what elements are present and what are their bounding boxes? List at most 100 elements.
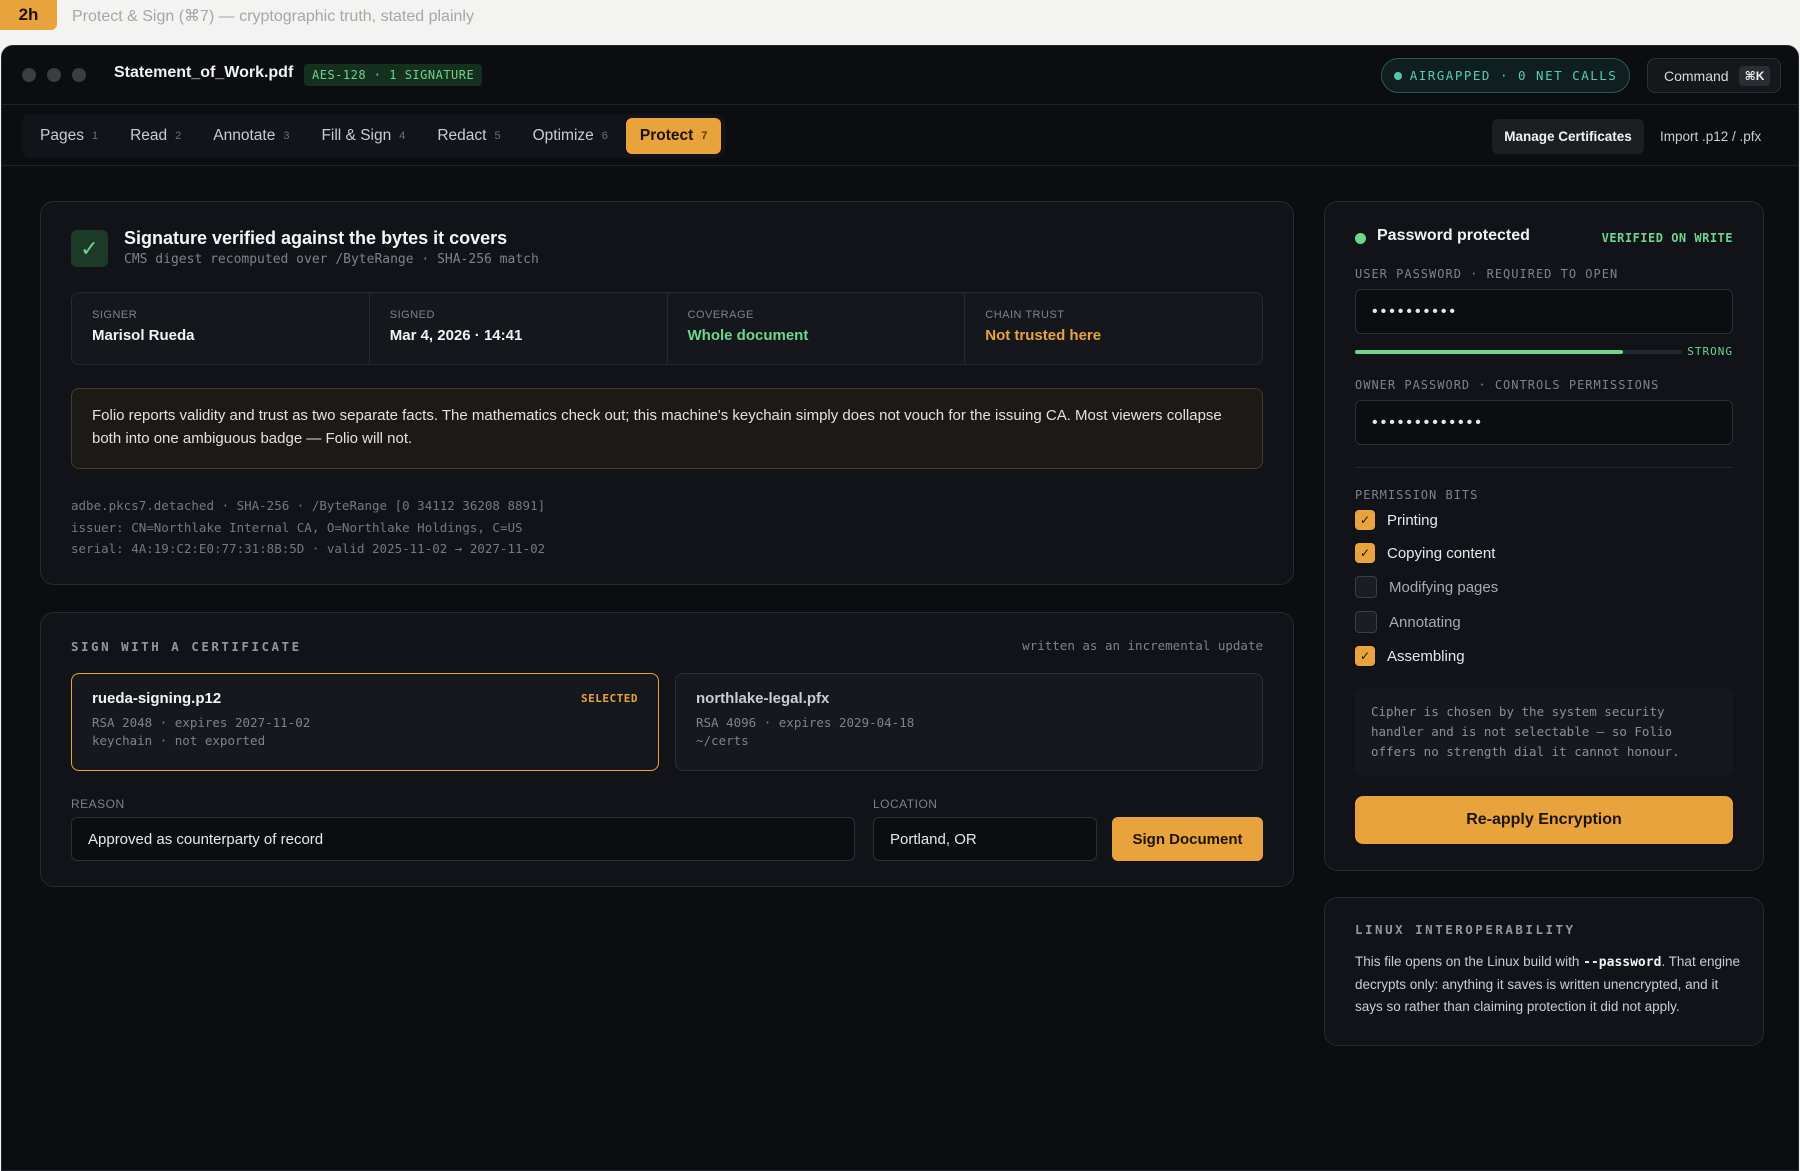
verification-subtitle: CMS digest recomputed over /ByteRange · … — [124, 252, 539, 267]
checkbox-checked-icon[interactable]: ✓ — [1355, 646, 1375, 666]
tab-label: Protect — [639, 127, 694, 144]
permission-label: Assembling — [1387, 647, 1465, 665]
fact-value: Whole document — [687, 327, 809, 344]
permission-printing[interactable]: ✓ Printing — [1355, 510, 1438, 530]
fact-chain-trust: CHAIN TRUST Not trusted here — [965, 293, 1262, 364]
app-window: Statement_of_Work.pdf AES-128 · 1 SIGNAT… — [1, 45, 1799, 1171]
verified-on-write-badge: VERIFIED ON WRITE — [1601, 231, 1733, 245]
tab-shortcut: 3 — [283, 130, 290, 142]
section-heading: SIGN WITH A CERTIFICATE — [71, 639, 302, 654]
divider — [1355, 467, 1733, 468]
strength-fill — [1355, 350, 1624, 354]
password-protection-card: Password protected VERIFIED ON WRITE USE… — [1324, 201, 1764, 871]
tab-pages[interactable]: Pages 1 — [26, 118, 112, 154]
document-title: Statement_of_Work.pdf — [114, 64, 294, 81]
checkbox-checked-icon[interactable]: ✓ — [1355, 543, 1375, 563]
caption-text: Protect & Sign (⌘7) — cryptographic trut… — [72, 8, 474, 25]
airgap-label: AIRGAPPED · 0 NET CALLS — [1409, 68, 1618, 83]
fact-label: CHAIN TRUST — [985, 309, 1065, 321]
fact-label: SIGNED — [389, 309, 435, 321]
location-label: LOCATION — [873, 797, 938, 811]
signature-metadata: adbe.pkcs7.detached · SHA-256 · /ByteRan… — [71, 495, 545, 560]
permission-assembling[interactable]: ✓ Assembling — [1355, 646, 1465, 666]
tab-shortcut: 1 — [91, 130, 99, 142]
selected-badge: SELECTED — [581, 692, 638, 705]
verification-title: Signature verified against the bytes it … — [124, 228, 508, 248]
mode-tabs-bar: Pages 1 Read 2 Annotate 3 Fill & Sign 4 Reda… — [2, 106, 1798, 166]
command-palette-button[interactable]: Command ⌘K — [1647, 58, 1781, 93]
command-shortcut: ⌘K — [1738, 65, 1771, 86]
permission-label: Modifying pages — [1389, 578, 1499, 596]
encryption-badge: AES-128 · 1 SIGNATURE — [304, 64, 483, 86]
caption-strip: 2h Protect & Sign (⌘7) — cryptographic t… — [0, 0, 1800, 44]
checkbox-unchecked-icon[interactable] — [1355, 576, 1377, 598]
certificate-option-rueda[interactable]: rueda-signing.p12 RSA 2048 · expires 202… — [71, 673, 659, 771]
section-heading: LINUX INTEROPERABILITY — [1355, 922, 1576, 937]
linux-interoperability-card: LINUX INTEROPERABILITY This file opens o… — [1324, 897, 1764, 1046]
fact-coverage: COVERAGE Whole document — [668, 293, 966, 364]
certificate-option-northlake[interactable]: northlake-legal.pfx RSA 4096 · expires 2… — [675, 673, 1263, 771]
import-certificate-button[interactable]: Import .p12 / .pfx — [1660, 119, 1761, 154]
minimize-window-button[interactable] — [47, 68, 61, 82]
fact-value: Mar 4, 2026 · 14:41 — [389, 327, 523, 344]
certificate-details: RSA 4096 · expires 2029-04-18 — [696, 715, 915, 730]
metadata-line: serial: 4A:19:C2:E0:77:31:8B:5D · valid … — [71, 541, 546, 556]
permission-annotating[interactable]: Annotating — [1355, 611, 1461, 633]
certificate-details: RSA 2048 · expires 2027-11-02 — [92, 715, 311, 730]
tab-label: Pages — [40, 127, 84, 144]
signature-verification-card: ✓ Signature verified against the bytes i… — [40, 201, 1294, 585]
trust-explanation-note: Folio reports validity and trust as two … — [71, 388, 1263, 469]
reason-label: REASON — [71, 797, 125, 811]
manage-certificates-button[interactable]: Manage Certificates — [1492, 119, 1644, 154]
signature-facts: SIGNER Marisol Rueda SIGNED Mar 4, 2026 … — [71, 292, 1263, 365]
location-input[interactable]: Portland, OR — [873, 817, 1097, 861]
protection-title: Password protected — [1377, 227, 1530, 244]
mode-tabs: Pages 1 Read 2 Annotate 3 Fill & Sign 4 Reda… — [22, 114, 726, 158]
tab-label: Annotate — [213, 127, 276, 144]
tab-fill-sign[interactable]: Fill & Sign 4 — [307, 118, 419, 154]
close-window-button[interactable] — [22, 68, 36, 82]
checkbox-unchecked-icon[interactable] — [1355, 611, 1377, 633]
certificate-name: northlake-legal.pfx — [696, 690, 830, 707]
caption-badge: 2h — [0, 0, 57, 30]
tab-protect[interactable]: Protect 7 — [625, 118, 722, 154]
tab-annotate[interactable]: Annotate 3 — [199, 118, 303, 154]
fact-value: Marisol Rueda — [92, 327, 195, 344]
tab-redact[interactable]: Redact 5 — [423, 118, 514, 154]
cipher-note: Cipher is chosen by the system security … — [1355, 688, 1733, 776]
checkmark-icon: ✓ — [71, 230, 108, 267]
permission-modifying[interactable]: Modifying pages — [1355, 576, 1498, 598]
reason-input[interactable]: Approved as counterparty of record — [71, 817, 855, 861]
certificate-source: ~/certs — [696, 733, 749, 748]
maximize-window-button[interactable] — [72, 68, 86, 82]
password-flag: --password — [1583, 955, 1662, 970]
titlebar: Statement_of_Work.pdf AES-128 · 1 SIGNAT… — [2, 46, 1798, 105]
user-password-input[interactable]: •••••••••• — [1355, 289, 1733, 334]
tab-label: Optimize — [532, 127, 594, 144]
linux-interop-text: This file opens on the Linux build with … — [1355, 951, 1745, 1018]
airgap-status: AIRGAPPED · 0 NET CALLS — [1381, 58, 1630, 93]
permission-label: Printing — [1387, 511, 1438, 529]
tab-shortcut: 4 — [399, 130, 406, 142]
fact-signer: SIGNER Marisol Rueda — [72, 293, 370, 364]
tab-label: Redact — [437, 127, 487, 144]
tab-optimize[interactable]: Optimize 6 — [519, 118, 622, 154]
permission-bits-label: PERMISSION BITS — [1355, 488, 1479, 502]
fact-label: SIGNER — [92, 309, 138, 321]
certificate-name: rueda-signing.p12 — [92, 690, 222, 707]
owner-password-input[interactable]: ••••••••••••• — [1355, 400, 1733, 445]
sign-with-certificate-card: SIGN WITH A CERTIFICATE written as an in… — [40, 612, 1294, 887]
reapply-encryption-button[interactable]: Re-apply Encryption — [1355, 796, 1733, 844]
tab-shortcut: 2 — [175, 130, 182, 142]
linux-text-before: This file opens on the Linux build with — [1355, 954, 1584, 969]
tab-read[interactable]: Read 2 — [116, 118, 195, 154]
sign-document-button[interactable]: Sign Document — [1112, 817, 1263, 861]
metadata-line: issuer: CN=Northlake Internal CA, O=Nort… — [71, 519, 523, 535]
tab-shortcut: 6 — [601, 130, 608, 142]
incremental-update-note: written as an incremental update — [1022, 638, 1263, 653]
user-password-label: USER PASSWORD · REQUIRED TO OPEN — [1355, 267, 1619, 281]
permission-label: Copying content — [1387, 544, 1496, 562]
checkbox-checked-icon[interactable]: ✓ — [1355, 510, 1375, 530]
permission-copying[interactable]: ✓ Copying content — [1355, 543, 1495, 563]
permission-label: Annotating — [1389, 613, 1461, 631]
